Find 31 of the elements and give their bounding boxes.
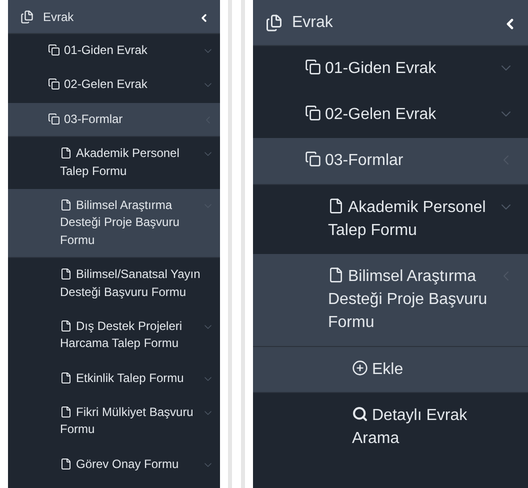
document-icon bbox=[60, 406, 72, 418]
menu-item[interactable]: 02-Gelen Evrak bbox=[305, 103, 490, 126]
document-icon bbox=[60, 198, 72, 211]
documents-icon bbox=[265, 14, 283, 32]
copy-icon bbox=[48, 78, 60, 90]
copy-icon bbox=[48, 112, 60, 125]
copy-icon bbox=[305, 105, 321, 122]
copy-icon bbox=[305, 59, 321, 75]
menu-item[interactable]: Dış Destek Projeleri Harcama Talep Formu bbox=[60, 318, 200, 353]
menu-item[interactable]: Fikri Mülkiyet Başvuru Formu bbox=[60, 404, 200, 439]
menu-item[interactable]: Akademik Personel Talep Formu bbox=[60, 145, 200, 180]
menu-item[interactable]: Akademik Personel Talep Formu bbox=[328, 196, 490, 242]
document-icon bbox=[60, 268, 72, 280]
document-icon bbox=[60, 320, 72, 332]
menu-item[interactable]: Detaylı Evrak Arama bbox=[352, 404, 514, 450]
documents-icon bbox=[20, 10, 34, 24]
document-icon bbox=[60, 147, 72, 160]
document-icon bbox=[328, 198, 344, 214]
plus-circle-icon bbox=[352, 360, 368, 376]
menu-item[interactable]: 01-Giden Evrak bbox=[305, 57, 490, 80]
document-icon bbox=[60, 458, 72, 470]
search-icon bbox=[352, 406, 368, 422]
menu-item[interactable]: 02-Gelen Evrak bbox=[48, 76, 200, 94]
menu-item[interactable]: 01-Giden Evrak bbox=[48, 42, 200, 60]
menu-item[interactable]: Bilimsel/Sanatsal Yayın Desteği Başvuru Formu bbox=[60, 266, 214, 301]
copy-icon bbox=[48, 44, 60, 56]
menu-item[interactable]: Etkinlik Talep Formu bbox=[60, 370, 200, 388]
copy-icon bbox=[305, 151, 321, 168]
document-icon bbox=[60, 372, 72, 384]
document-icon bbox=[328, 266, 344, 283]
menu-item[interactable]: Görev Onay Formu bbox=[60, 456, 200, 474]
